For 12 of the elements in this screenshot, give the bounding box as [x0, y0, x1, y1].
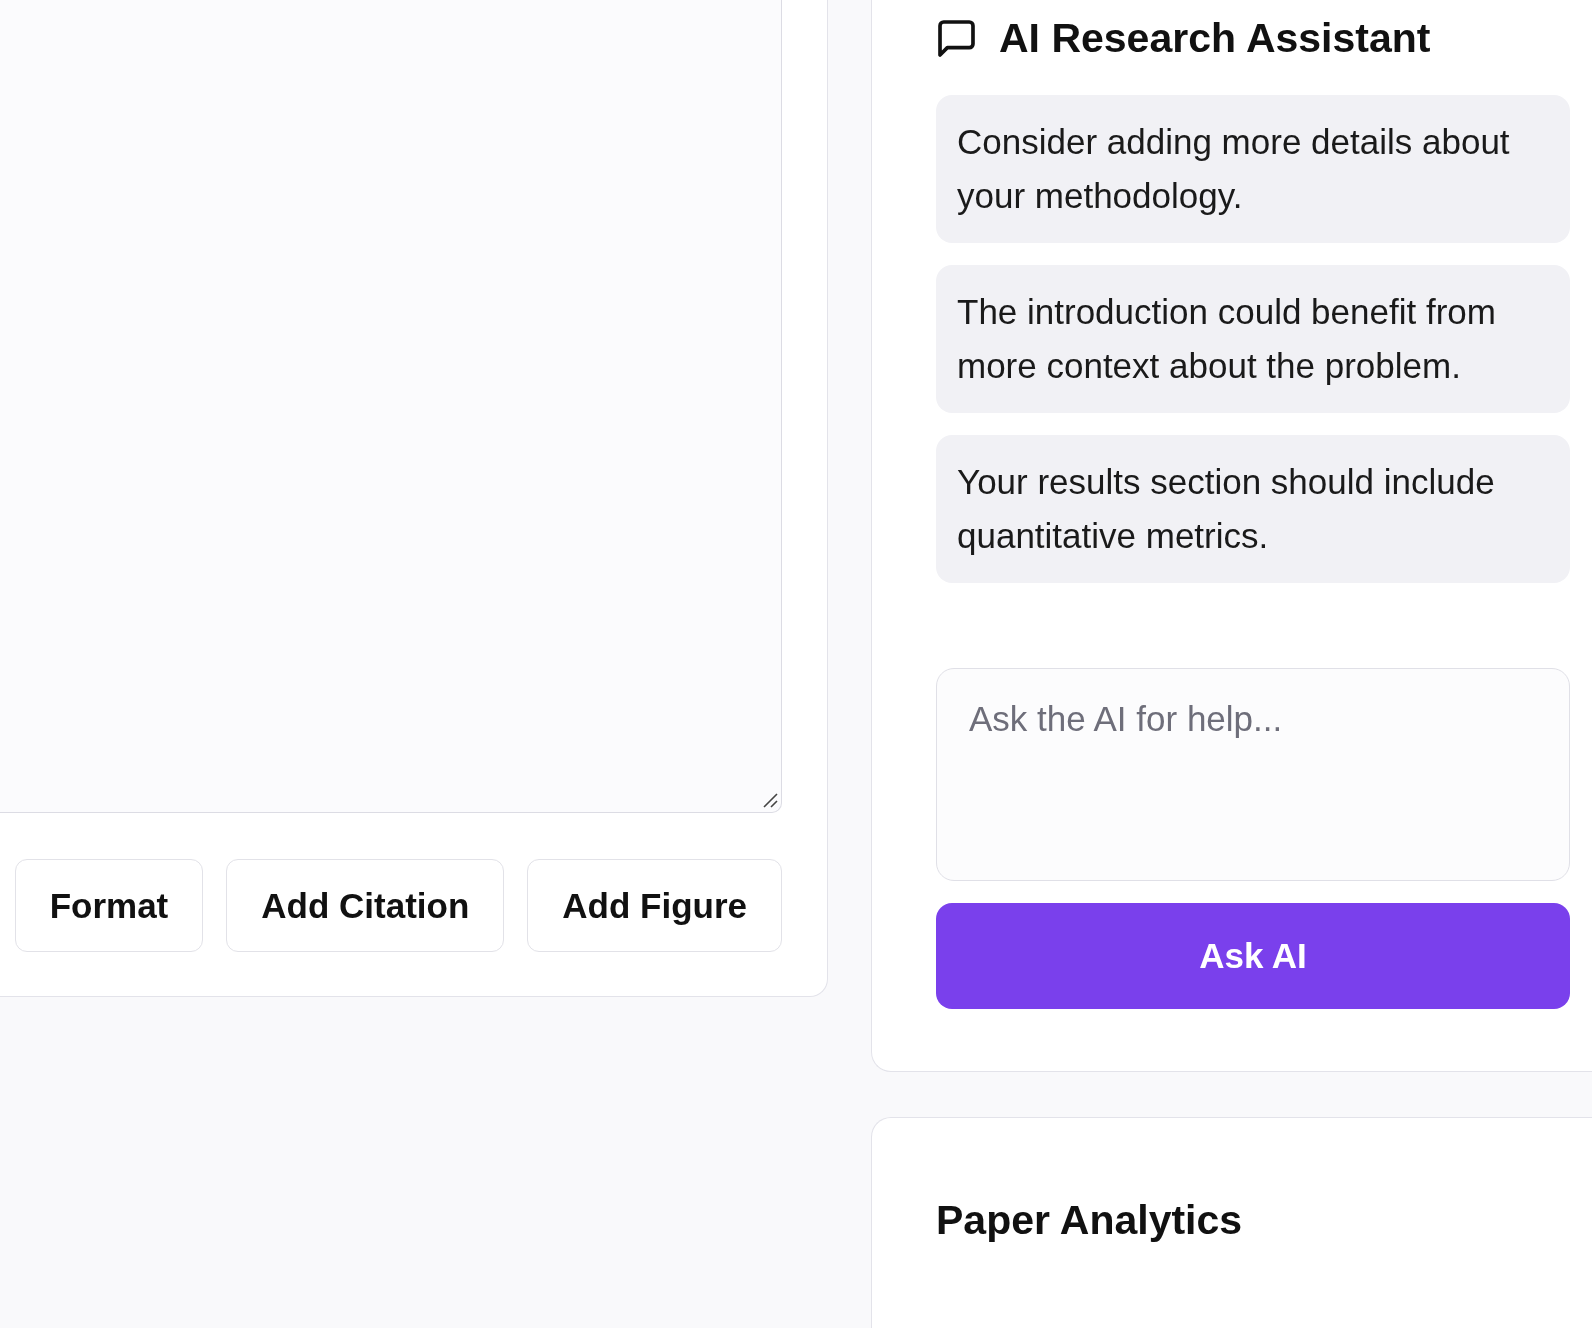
toolbar-button[interactable]: Format: [14, 859, 204, 952]
prompt-field[interactable]: Ask the AI for help...: [936, 668, 1570, 881]
toolbar-button[interactable]: Add Citation: [226, 859, 505, 952]
resize-grip-icon[interactable]: [763, 793, 778, 808]
panel-title: AI Research Assistant: [999, 14, 1431, 63]
chat-bubble-icon: [938, 19, 975, 57]
panel-title: Paper Analytics: [936, 1196, 1243, 1245]
suggestion-text: The introduction could benefit from more context about the problem.: [957, 291, 1497, 387]
ask-button[interactable]: Ask AI: [936, 903, 1570, 1009]
toolbar-button[interactable]: Add Figure: [527, 859, 782, 952]
suggestion-text: Consider adding more details about your methodology.: [957, 121, 1511, 217]
suggestion-text: Your results section should include quantitative metrics.: [957, 461, 1496, 557]
